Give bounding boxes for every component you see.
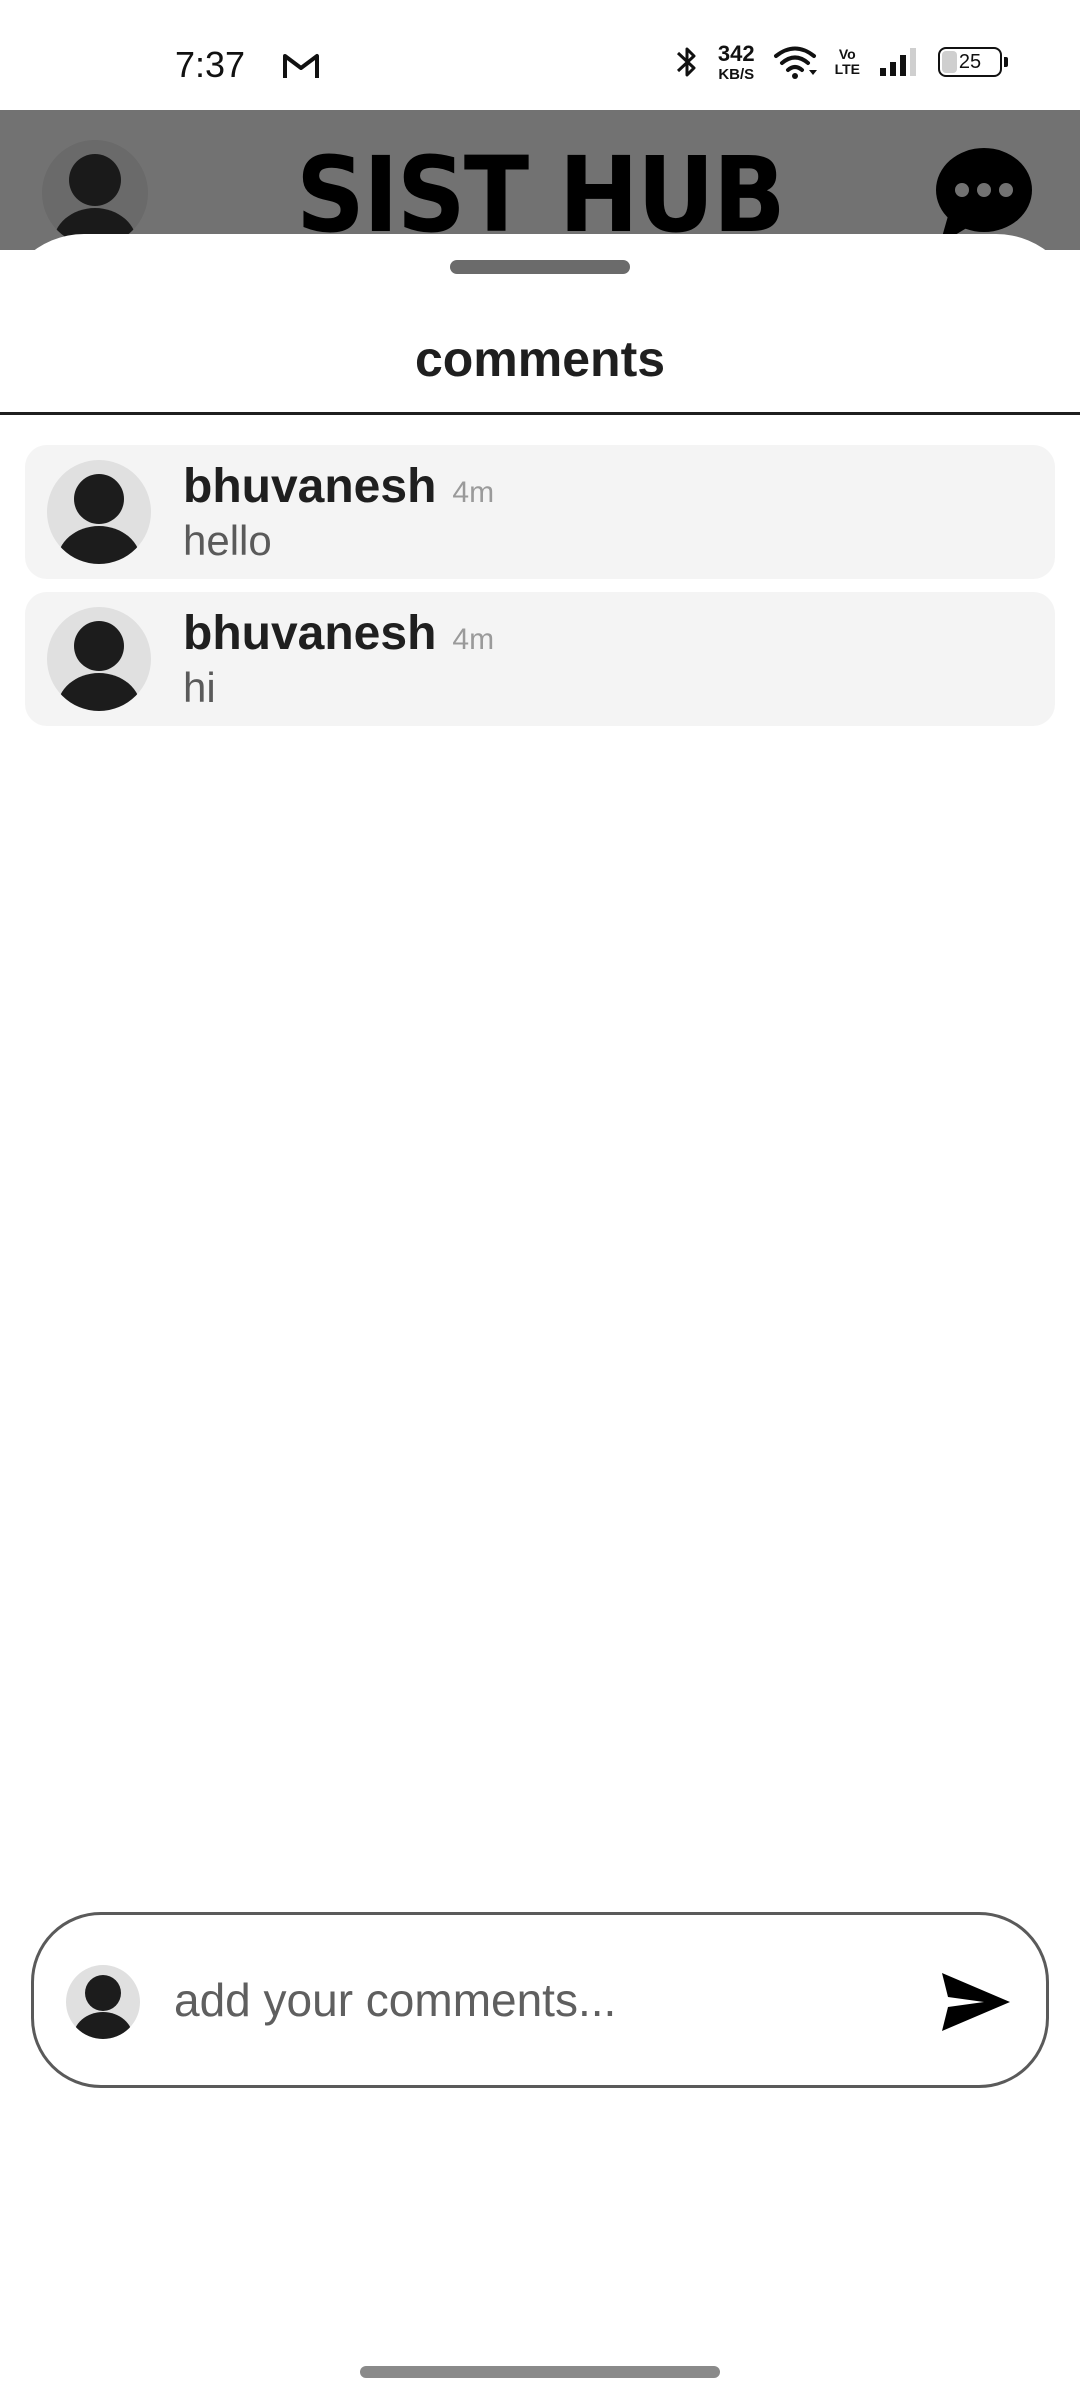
comment-item[interactable]: bhuvanesh 4m hello <box>25 445 1055 579</box>
wifi-icon <box>773 46 817 79</box>
person-icon <box>73 1975 133 2039</box>
person-icon <box>57 474 141 564</box>
network-speed-unit: KB/S <box>718 65 755 83</box>
divider <box>0 412 1080 415</box>
volte-indicator: Vo LTE <box>835 47 860 77</box>
comment-list: bhuvanesh 4m hello bhuvanesh 4m hi <box>25 445 1055 739</box>
current-user-avatar-icon <box>66 1965 140 2039</box>
comment-text: hi <box>183 664 216 711</box>
person-icon <box>57 621 141 711</box>
comment-header: bhuvanesh 4m <box>183 606 494 661</box>
battery-level: 25 <box>958 50 982 73</box>
battery-icon: 25 <box>938 47 1008 77</box>
send-icon <box>942 1973 1010 2031</box>
comment-username[interactable]: bhuvanesh <box>183 606 436 661</box>
volte-bottom: LTE <box>834 61 860 77</box>
comment-username[interactable]: bhuvanesh <box>183 459 436 514</box>
gmail-icon <box>283 54 319 78</box>
sheet-title: comments <box>414 331 666 387</box>
chat-bubble-icon[interactable] <box>934 146 1034 246</box>
user-avatar-icon[interactable] <box>47 607 151 711</box>
battery-level-fill <box>942 51 957 73</box>
status-icons: 342 KB/S Vo LTE 25 <box>674 40 1008 84</box>
network-speed-value: 342 <box>717 40 755 66</box>
signal-icon <box>880 48 916 76</box>
bluetooth-icon <box>676 47 696 77</box>
app-title: SIST HUB <box>296 134 786 250</box>
comment-input[interactable] <box>174 1955 934 2045</box>
sheet-drag-handle[interactable] <box>450 260 630 274</box>
comment-item[interactable]: bhuvanesh 4m hi <box>25 592 1055 726</box>
send-button[interactable] <box>940 1971 1012 2033</box>
network-speed: 342 KB/S <box>717 40 755 83</box>
home-indicator[interactable] <box>360 2366 720 2378</box>
comment-timestamp: 4m <box>452 476 495 509</box>
app-header: SIST HUB <box>0 110 1080 250</box>
comment-header: bhuvanesh 4m <box>183 459 494 514</box>
user-avatar-icon[interactable] <box>47 460 151 564</box>
volte-top: Vo <box>838 46 856 62</box>
comment-text: hello <box>183 517 272 564</box>
status-bar: 7:37 342 KB/S Vo LTE 25 <box>0 0 1080 110</box>
comment-input-bar <box>31 1912 1049 2088</box>
status-time: 7:37 <box>175 44 246 85</box>
comment-timestamp: 4m <box>452 623 495 656</box>
